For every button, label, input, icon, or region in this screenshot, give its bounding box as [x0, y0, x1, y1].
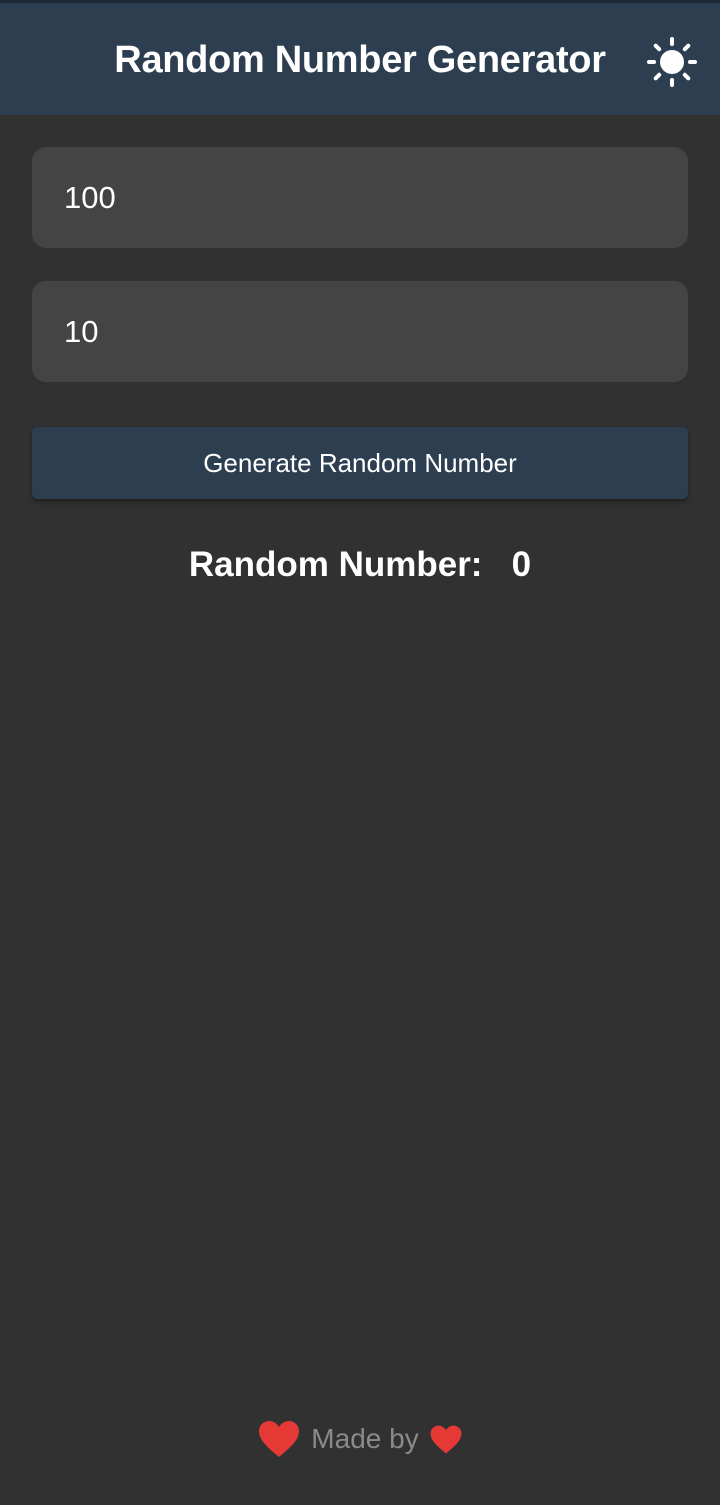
- max-value-field[interactable]: [32, 147, 688, 248]
- min-value-field[interactable]: [32, 281, 688, 382]
- app-header: Random Number Generator: [0, 3, 720, 115]
- heart-icon: [257, 1419, 301, 1459]
- theme-toggle-button[interactable]: [646, 36, 698, 88]
- result-display: Random Number: 0: [0, 543, 720, 587]
- footer-text: Made by: [311, 1423, 419, 1454]
- min-value-input[interactable]: [64, 313, 656, 350]
- result-value: 0: [511, 545, 532, 584]
- footer: Made by: [0, 1414, 720, 1464]
- max-value-input[interactable]: [64, 179, 656, 216]
- sun-icon: [647, 37, 697, 87]
- result-label: Random Number:: [188, 545, 483, 584]
- page-title: Random Number Generator: [114, 39, 606, 81]
- heart-icon: [429, 1424, 463, 1455]
- generate-button[interactable]: Generate Random Number: [32, 427, 688, 499]
- result-spacer: [492, 545, 502, 584]
- app-screen: Random Number Generator Generat: [0, 0, 720, 1505]
